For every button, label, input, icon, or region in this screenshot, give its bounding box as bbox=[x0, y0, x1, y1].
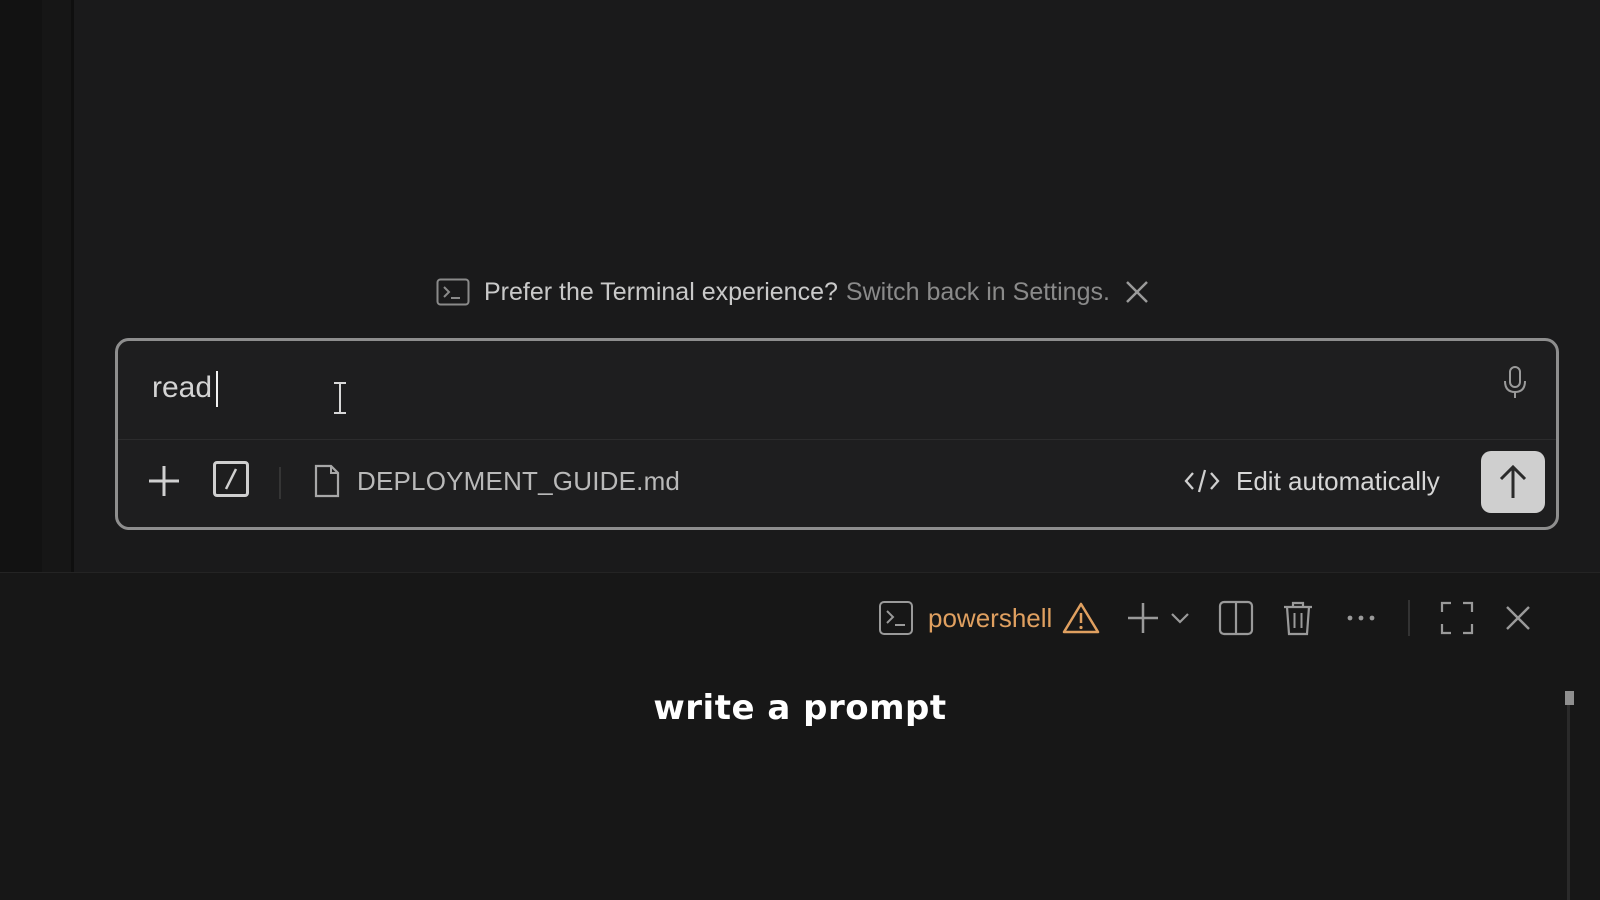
trash-icon bbox=[1284, 601, 1313, 636]
code-icon bbox=[1184, 469, 1220, 493]
terminal-profile-dropdown[interactable] bbox=[1170, 611, 1190, 625]
terminal-tab-powershell[interactable]: powershell bbox=[878, 600, 1100, 636]
microphone-icon[interactable] bbox=[1500, 365, 1530, 401]
plus-icon bbox=[1128, 603, 1159, 633]
close-icon[interactable] bbox=[1124, 279, 1150, 305]
text-caret bbox=[216, 371, 218, 407]
kill-terminal-button[interactable] bbox=[1282, 600, 1314, 636]
chevron-down-icon bbox=[1171, 613, 1190, 624]
slash-command-icon bbox=[224, 468, 238, 490]
edit-mode-label: Edit automatically bbox=[1236, 465, 1440, 496]
prompt-composer: DEPLOYMENT_GUIDE.md Edit automatically bbox=[115, 338, 1559, 530]
split-icon bbox=[1219, 600, 1254, 636]
close-panel-button[interactable] bbox=[1504, 604, 1532, 632]
add-context-button[interactable] bbox=[142, 459, 186, 503]
composer-divider bbox=[118, 439, 1556, 440]
more-actions-button[interactable] bbox=[1346, 614, 1376, 622]
activity-bar bbox=[0, 0, 42, 572]
terminal-notice: Prefer the Terminal experience? Switch b… bbox=[436, 272, 1150, 312]
edit-mode-selector[interactable]: Edit automatically bbox=[1184, 459, 1440, 503]
maximize-icon bbox=[1441, 601, 1474, 635]
terminal-toolbar: powershell bbox=[878, 593, 1532, 643]
slash-command-button[interactable] bbox=[213, 461, 249, 497]
ellipsis-icon bbox=[1347, 615, 1375, 621]
file-icon bbox=[314, 464, 340, 498]
attached-file-name: DEPLOYMENT_GUIDE.md bbox=[357, 465, 681, 496]
split-terminal-button[interactable] bbox=[1218, 600, 1254, 636]
text-cursor-icon bbox=[332, 381, 348, 420]
terminal-tab-label: powershell bbox=[928, 602, 1053, 633]
warning-icon bbox=[1063, 602, 1100, 634]
attached-file[interactable]: DEPLOYMENT_GUIDE.md bbox=[313, 459, 680, 503]
close-icon bbox=[1506, 606, 1531, 630]
new-terminal-button[interactable] bbox=[1126, 601, 1160, 635]
terminal-icon bbox=[879, 601, 913, 635]
notice-text: Prefer the Terminal experience? bbox=[484, 277, 838, 306]
footer-separator bbox=[279, 467, 281, 499]
maximize-panel-button[interactable] bbox=[1440, 601, 1474, 635]
terminal-icon bbox=[436, 278, 470, 306]
side-panel-edge bbox=[42, 0, 71, 572]
video-subtitle: write a prompt bbox=[653, 688, 947, 728]
toolbar-separator bbox=[1408, 600, 1411, 636]
send-button[interactable] bbox=[1481, 451, 1545, 513]
terminal-panel: powershell bbox=[0, 573, 1600, 900]
settings-link[interactable]: Switch back in Settings. bbox=[846, 278, 1110, 307]
app-window: Prefer the Terminal experience? Switch b… bbox=[0, 0, 1600, 900]
plus-icon bbox=[149, 466, 179, 496]
composer-footer: DEPLOYMENT_GUIDE.md Edit automatically bbox=[118, 441, 1556, 527]
arrow-up-icon bbox=[1499, 464, 1527, 498]
